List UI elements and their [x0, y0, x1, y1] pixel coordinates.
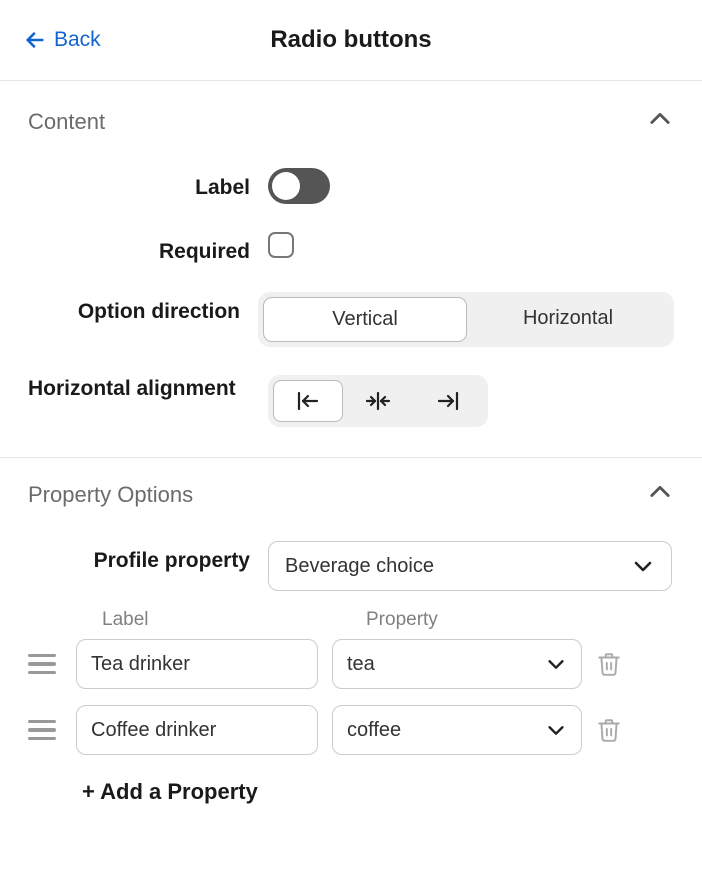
page-title: Radio buttons [270, 26, 431, 54]
property-section: Property Options Profile property Bevera… [0, 458, 702, 825]
align-center[interactable] [343, 380, 413, 422]
column-property-header: Property [366, 609, 438, 631]
property-row: coffee [28, 705, 674, 755]
row-property-value: coffee [347, 719, 401, 742]
back-button[interactable]: Back [24, 28, 101, 52]
profile-property-row: Profile property Beverage choice [28, 541, 674, 591]
drag-handle-icon[interactable] [28, 654, 62, 675]
chevron-down-icon [631, 554, 655, 578]
toggle-knob [272, 172, 300, 200]
required-row: Required [28, 232, 674, 264]
halign-field-label: Horizontal alignment [28, 375, 250, 403]
label-row: Label [28, 168, 674, 204]
row-property-select[interactable]: tea [332, 639, 582, 689]
property-row: tea [28, 639, 674, 689]
halign-row: Horizontal alignment [28, 375, 674, 427]
row-property-value: tea [347, 653, 375, 676]
row-label-input[interactable] [76, 639, 318, 689]
drag-handle-icon[interactable] [28, 720, 62, 741]
profile-property-value: Beverage choice [285, 555, 434, 578]
row-label-input[interactable] [76, 705, 318, 755]
direction-field-label: Option direction [28, 292, 258, 324]
align-left[interactable] [273, 380, 343, 422]
column-headers: Label Property [28, 609, 674, 631]
direction-row: Option direction Vertical Horizontal [28, 292, 674, 347]
direction-horizontal[interactable]: Horizontal [467, 297, 669, 342]
required-checkbox[interactable] [268, 232, 294, 258]
label-field-label: Label [28, 168, 268, 200]
trash-icon[interactable] [596, 651, 622, 677]
profile-property-label: Profile property [28, 541, 268, 573]
chevron-up-icon [646, 105, 674, 138]
content-section-title: Content [28, 109, 105, 135]
direction-segmented: Vertical Horizontal [258, 292, 674, 347]
row-property-select[interactable]: coffee [332, 705, 582, 755]
align-right[interactable] [413, 380, 483, 422]
chevron-up-icon [646, 478, 674, 511]
required-field-label: Required [28, 232, 268, 264]
content-section: Content Label Required Option direction … [0, 81, 702, 457]
chevron-down-icon [545, 653, 567, 675]
profile-property-select[interactable]: Beverage choice [268, 541, 672, 591]
back-label: Back [54, 28, 101, 52]
direction-vertical[interactable]: Vertical [263, 297, 467, 342]
header-bar: Back Radio buttons [0, 0, 702, 80]
label-toggle[interactable] [268, 168, 330, 204]
property-section-title: Property Options [28, 482, 193, 508]
halign-segmented [268, 375, 488, 427]
back-arrow-icon [24, 29, 46, 51]
add-property-button[interactable]: + Add a Property [82, 779, 674, 805]
column-label-header: Label [102, 609, 366, 631]
content-section-header[interactable]: Content [28, 105, 674, 138]
trash-icon[interactable] [596, 717, 622, 743]
property-section-header[interactable]: Property Options [28, 478, 674, 511]
chevron-down-icon [545, 719, 567, 741]
